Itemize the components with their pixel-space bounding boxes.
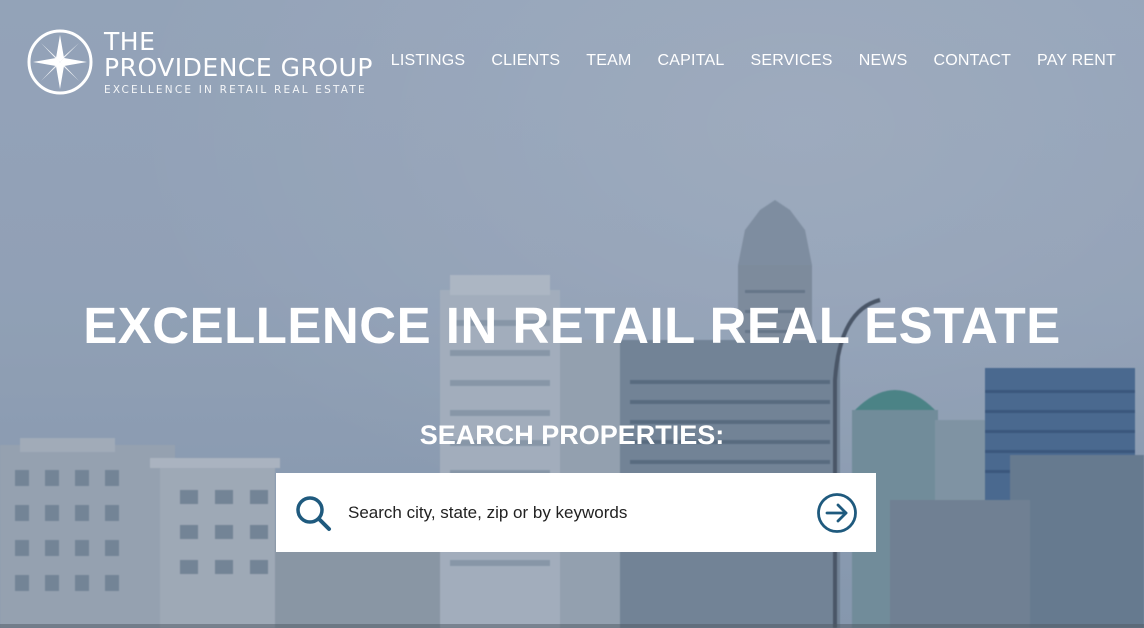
search-icon bbox=[296, 495, 331, 531]
bottom-divider bbox=[0, 624, 1144, 628]
nav-item-news[interactable]: NEWS bbox=[859, 52, 908, 70]
nav-item-team[interactable]: TEAM bbox=[586, 52, 631, 70]
brand-line2: PROVIDENCE GROUP bbox=[104, 52, 373, 82]
property-search-box bbox=[276, 473, 876, 552]
brand-tagline: EXCELLENCE IN RETAIL REAL ESTATE bbox=[104, 83, 367, 96]
brand-line1: THE bbox=[104, 26, 156, 56]
search-submit-button[interactable] bbox=[816, 492, 858, 534]
brand-logo[interactable]: THE PROVIDENCE GROUP EXCELLENCE IN RETAI… bbox=[26, 28, 373, 96]
nav-item-contact[interactable]: CONTACT bbox=[934, 52, 1012, 70]
nav-item-listings[interactable]: LISTINGS bbox=[391, 52, 466, 70]
hero-headline: EXCELLENCE IN RETAIL REAL ESTATE bbox=[83, 297, 1061, 354]
main-nav: LISTINGS CLIENTS TEAM CAPITAL SERVICES N… bbox=[391, 52, 1116, 70]
search-properties-label: SEARCH PROPERTIES: bbox=[419, 420, 725, 450]
nav-item-capital[interactable]: CAPITAL bbox=[658, 52, 725, 70]
brand-wordmark: THE PROVIDENCE GROUP EXCELLENCE IN RETAI… bbox=[104, 26, 373, 96]
search-input[interactable] bbox=[346, 501, 816, 524]
nav-item-clients[interactable]: CLIENTS bbox=[491, 52, 560, 70]
nav-item-pay-rent[interactable]: PAY RENT bbox=[1037, 52, 1116, 70]
compass-icon bbox=[27, 29, 93, 95]
nav-item-services[interactable]: SERVICES bbox=[750, 52, 832, 70]
arrow-right-circle-icon bbox=[817, 492, 857, 533]
